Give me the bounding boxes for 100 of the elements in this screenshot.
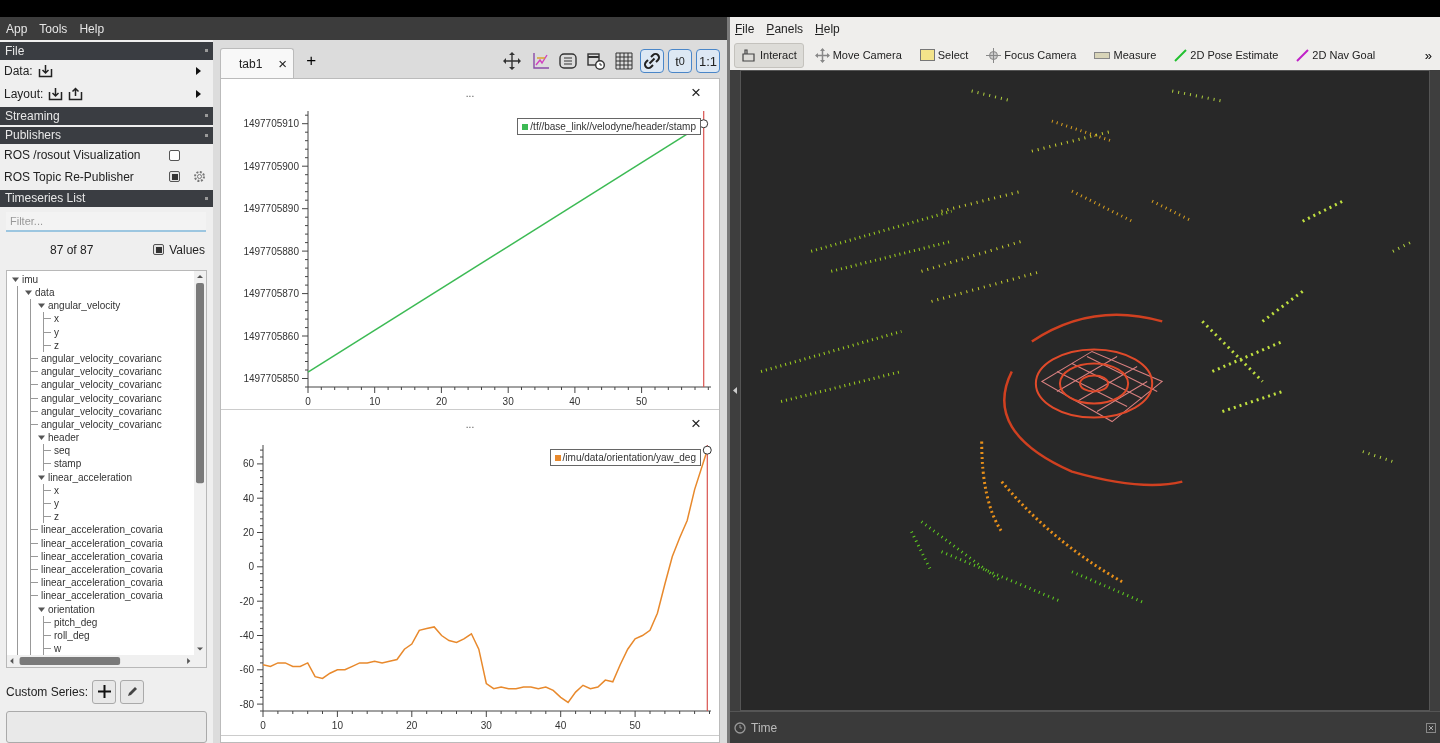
collapse-arrow-icon[interactable] — [733, 387, 737, 394]
tool-button[interactable]: Select — [912, 42, 976, 68]
tick-label: 40 — [555, 720, 567, 731]
tree-item[interactable]: angular_velocity_covarianc — [41, 366, 162, 378]
tree-item[interactable]: linear_acceleration_covaria — [41, 577, 163, 589]
tool-button[interactable]: Interact — [734, 42, 804, 68]
link-button[interactable] — [640, 49, 664, 73]
tree-item[interactable]: y — [54, 326, 59, 338]
input-field[interactable] — [6, 711, 207, 743]
series-count: 87 of 87 — [50, 242, 94, 257]
close-tab-button[interactable]: × — [278, 55, 288, 72]
tree-item[interactable]: seq — [54, 445, 71, 457]
tree-item[interactable]: orientation — [48, 603, 95, 615]
grid-button[interactable] — [612, 49, 636, 73]
menu-item[interactable]: File — [735, 21, 755, 36]
collapse-icon[interactable] — [205, 133, 208, 137]
tick-label: 1497705870 — [243, 288, 299, 300]
tree-item[interactable]: linear_acceleration_covaria — [41, 590, 163, 602]
legend-label: /imu/data/orientation/yaw_deg — [562, 452, 696, 463]
tree-item[interactable]: z — [54, 511, 59, 523]
tree-item[interactable]: angular_velocity_covarianc — [41, 405, 162, 417]
tree-item[interactable]: linear_acceleration_covaria — [41, 550, 163, 562]
tick-label: 1497705850 — [243, 373, 299, 384]
expander-icon[interactable] — [38, 434, 45, 442]
ratio-button[interactable]: 1:1 — [696, 49, 720, 73]
section-header[interactable]: File — [0, 42, 213, 60]
download-icon[interactable] — [37, 64, 53, 78]
tree-item[interactable]: w — [54, 643, 62, 655]
tree-item[interactable]: linear_acceleration_covaria — [41, 537, 163, 549]
settings-icon[interactable] — [193, 170, 206, 184]
tab[interactable]: tab1 × — [220, 48, 295, 78]
tree-item[interactable]: stamp — [54, 458, 82, 470]
close-plot-button[interactable]: × — [691, 414, 701, 434]
tree-item[interactable]: z — [54, 339, 59, 351]
selection-icon — [919, 49, 935, 61]
pointer-icon — [741, 48, 757, 62]
expander-icon[interactable] — [25, 289, 32, 296]
tool-button[interactable]: Focus Camera — [979, 42, 1084, 68]
tool-button[interactable]: Measure — [1087, 42, 1164, 68]
tool-button[interactable]: Move Camera — [807, 42, 909, 68]
tree-item[interactable]: angular_velocity — [48, 300, 121, 312]
tree-item[interactable]: angular_velocity_covarianc — [41, 352, 162, 364]
tree-item[interactable]: linear_acceleration_covaria — [41, 563, 163, 575]
add-series-button[interactable] — [92, 679, 117, 704]
submenu-arrow-icon[interactable] — [196, 67, 201, 75]
scrollbar[interactable] — [194, 270, 206, 656]
section-header[interactable]: Streaming — [0, 106, 213, 125]
section-header[interactable]: Publishers — [0, 126, 213, 145]
tick-label: 40 — [569, 396, 581, 407]
section-header[interactable]: Timeseries List — [0, 189, 213, 208]
menu-item[interactable]: Help — [79, 21, 105, 36]
expander-icon[interactable] — [38, 473, 45, 481]
checkbox[interactable] — [169, 171, 180, 183]
tree-item[interactable]: linear_acceleration — [48, 471, 132, 483]
tree-item[interactable]: imu — [22, 273, 39, 285]
move-icon — [814, 47, 830, 63]
tree-item[interactable]: pitch_deg — [54, 616, 98, 628]
tool-button[interactable]: 2D Pose Estimate — [1167, 42, 1286, 68]
tick-label: 40 — [242, 492, 254, 504]
scrollbar[interactable] — [7, 655, 206, 668]
upload-icon[interactable] — [68, 86, 84, 101]
menu-item[interactable]: Tools — [39, 21, 68, 36]
expander-icon[interactable] — [38, 302, 45, 310]
grid-icon — [615, 52, 633, 70]
link-icon — [643, 52, 661, 70]
tick-label: 60 — [242, 458, 254, 470]
tree-item[interactable]: roll_deg — [54, 629, 90, 641]
tool-button[interactable]: 2D Nav Goal — [1289, 42, 1383, 68]
edit-series-button[interactable] — [120, 679, 145, 704]
plot-title: ... — [465, 418, 475, 430]
tree-item[interactable]: x — [54, 313, 59, 325]
tree-item[interactable]: angular_velocity_covarianc — [41, 379, 162, 391]
tree-item[interactable]: header — [48, 432, 80, 444]
menu-item[interactable]: App — [6, 21, 28, 36]
add-tab-button[interactable]: + — [300, 51, 323, 71]
checkbox[interactable] — [169, 149, 180, 161]
list-icon — [559, 53, 577, 69]
plugin-label: ROS /rosout Visualization — [4, 148, 142, 163]
checkbox[interactable] — [153, 244, 165, 256]
tree-item[interactable]: linear_acceleration_covaria — [41, 524, 163, 536]
close-icon[interactable] — [1426, 722, 1436, 733]
section-title: File — [5, 43, 25, 58]
expander-icon[interactable] — [38, 605, 45, 613]
submenu-arrow-icon[interactable] — [196, 89, 201, 98]
filter-field[interactable]: Filter... — [6, 212, 206, 233]
menu-item[interactable]: Panels — [766, 21, 804, 36]
collapse-icon[interactable] — [205, 114, 208, 118]
expander-icon[interactable] — [12, 275, 19, 283]
tree-item[interactable]: y — [54, 498, 59, 509]
close-plot-button[interactable]: × — [691, 83, 701, 103]
collapse-icon[interactable] — [205, 49, 208, 53]
tree-item[interactable]: angular_velocity_covarianc — [41, 392, 162, 404]
tick-label: 50 — [629, 720, 641, 731]
tree-item[interactable]: data — [35, 287, 55, 298]
tree-item[interactable]: x — [54, 484, 59, 496]
menu-item[interactable]: Help — [815, 21, 840, 36]
collapse-icon[interactable] — [205, 196, 208, 200]
tree-item[interactable]: angular_velocity_covarianc — [41, 418, 162, 430]
download-icon[interactable] — [48, 86, 64, 101]
overflow-button[interactable]: » — [1420, 47, 1436, 63]
